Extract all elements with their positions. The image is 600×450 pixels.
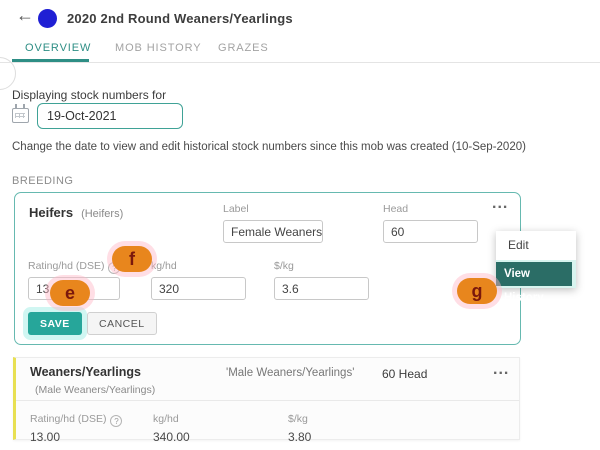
label-field-label: Label — [223, 203, 249, 215]
date-section-label: Displaying stock numbers for — [12, 88, 166, 102]
weaners-card-divider — [16, 400, 519, 401]
mob-color-dot — [38, 9, 57, 28]
weaners-rating-help-icon[interactable]: ? — [110, 415, 122, 427]
calendar-icon[interactable] — [12, 108, 29, 123]
date-help-text: Change the date to view and edit histori… — [12, 141, 572, 153]
tab-grazes[interactable]: GRAZES — [218, 42, 269, 54]
menu-item-view-history[interactable]: View History — [496, 262, 572, 286]
label-field-input[interactable] — [223, 220, 323, 243]
kghd-field-label: kg/hd — [151, 260, 177, 272]
annotation-marker-g: g — [457, 278, 497, 304]
back-icon[interactable]: ← — [16, 5, 34, 26]
head-field-label: Head — [383, 203, 408, 215]
price-field-input[interactable] — [274, 277, 369, 300]
tab-mob-history[interactable]: MOB HISTORY — [115, 42, 202, 54]
weaners-overflow-menu-icon[interactable]: ... — [493, 361, 509, 379]
annotation-marker-f: f — [112, 246, 152, 272]
heifers-card-name: Heifers — [29, 205, 73, 220]
page-title: 2020 2nd Round Weaners/Yearlings — [67, 11, 293, 26]
tabs-divider — [0, 62, 600, 63]
weaners-price-label: $/kg — [288, 413, 308, 425]
weaners-rating-label: Rating/hd (DSE) — [30, 413, 106, 425]
annotation-marker-e: e — [50, 280, 90, 306]
overflow-context-menu: Edit View History — [496, 231, 576, 288]
weaners-card-name: Weaners/Yearlings — [30, 365, 141, 379]
heifers-card-subname: (Heifers) — [81, 208, 123, 220]
section-title-breeding: BREEDING — [12, 175, 73, 187]
weaners-head-value: 60 Head — [382, 367, 427, 381]
heifers-card: Heifers (Heifers) Label Head ... Rating/… — [14, 192, 521, 345]
price-field-label: $/kg — [274, 260, 294, 272]
mob-detail-page: ← 2020 2nd Round Weaners/Yearlings OVERV… — [0, 0, 600, 450]
head-field-input[interactable] — [383, 220, 478, 243]
weaners-card: Weaners/Yearlings (Male Weaners/Yearling… — [13, 357, 520, 440]
weaners-kghd-value: 340.00 — [153, 430, 190, 444]
rating-field-label: Rating/hd (DSE) — [28, 260, 104, 272]
weaners-price-value: 3.80 — [288, 430, 311, 444]
cancel-button[interactable]: CANCEL — [87, 312, 157, 335]
weaners-rating-value: 13.00 — [30, 430, 122, 444]
stock-date-input[interactable] — [37, 103, 183, 129]
menu-item-edit[interactable]: Edit — [496, 231, 576, 260]
weaners-kghd-label: kg/hd — [153, 413, 179, 425]
weaners-label-value: 'Male Weaners/Yearlings' — [226, 367, 354, 379]
heifers-overflow-menu-icon[interactable]: ... — [492, 195, 508, 213]
kghd-field-input[interactable] — [151, 277, 246, 300]
menu-item-selected-wrap: View History — [496, 260, 576, 288]
save-button[interactable]: SAVE — [28, 312, 82, 335]
tab-overview[interactable]: OVERVIEW — [25, 42, 91, 54]
weaners-card-subname: (Male Weaners/Yearlings) — [35, 384, 155, 396]
